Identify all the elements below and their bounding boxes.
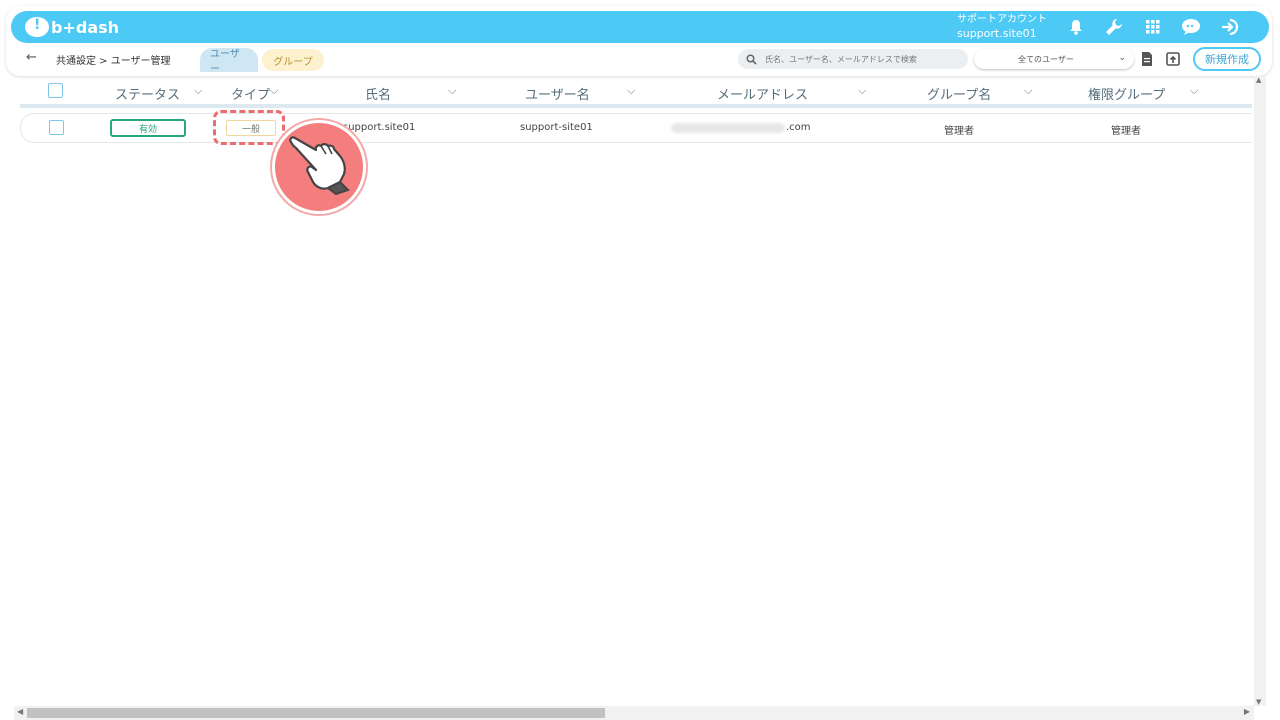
table-header-divider — [20, 104, 1252, 108]
search-input[interactable] — [765, 54, 955, 64]
column-header-email[interactable]: メールアドレス — [717, 84, 808, 103]
export-icon[interactable] — [1164, 49, 1182, 69]
back-arrow-icon[interactable]: ← — [26, 50, 37, 65]
user-filter-select[interactable]: 全てのユーザー ⌄ — [974, 49, 1134, 69]
chevron-down-icon[interactable]: ⌵ — [270, 84, 278, 98]
chat-icon[interactable] — [1180, 16, 1202, 38]
select-all-checkbox[interactable] — [48, 83, 63, 98]
create-new-button[interactable]: 新規作成 — [1193, 47, 1261, 71]
horizontal-scrollbar[interactable]: ◀ ▶ — [14, 706, 1254, 720]
search-icon — [746, 53, 757, 65]
bell-icon[interactable] — [1065, 16, 1087, 38]
tab-users[interactable]: ユーザー — [200, 48, 258, 75]
chevron-down-icon[interactable]: ⌵ — [627, 84, 635, 98]
scroll-left-icon[interactable]: ◀ — [17, 707, 23, 716]
horizontal-scroll-thumb[interactable] — [27, 708, 605, 718]
row-checkbox[interactable] — [49, 120, 64, 135]
sub-bar: ← 共通設定 > ユーザー管理 ユーザー グループ 全てのユーザー ⌄ 新規作成 — [6, 44, 1272, 75]
chevron-down-icon[interactable]: ⌵ — [194, 84, 202, 98]
account-info[interactable]: サポートアカウント support.site01 — [957, 13, 1047, 41]
logout-icon[interactable] — [1219, 16, 1241, 38]
document-icon[interactable] — [1138, 49, 1156, 69]
status-badge: 有効 — [110, 119, 186, 137]
logo-bubble-icon — [25, 17, 49, 37]
top-bar: b+dash サポートアカウント support.site01 — [11, 11, 1269, 43]
logo-text: b+dash — [51, 17, 120, 37]
chevron-down-icon[interactable]: ⌵ — [1024, 84, 1032, 98]
tab-groups[interactable]: グループ — [262, 49, 324, 71]
blurred-email — [671, 123, 785, 133]
app-logo[interactable]: b+dash — [25, 16, 119, 38]
column-header-name[interactable]: 氏名 — [365, 84, 391, 103]
scroll-right-icon[interactable]: ▶ — [1244, 707, 1250, 716]
cell-group: 管理者 — [944, 126, 974, 137]
chevron-down-icon[interactable]: ⌵ — [448, 84, 456, 98]
account-label: サポートアカウント — [957, 14, 1047, 25]
column-header-type[interactable]: タイプ — [231, 84, 270, 103]
cell-permission-group: 管理者 — [1111, 126, 1141, 137]
cell-username: support-site01 — [520, 122, 593, 133]
user-filter-value: 全てのユーザー — [1018, 54, 1074, 64]
vertical-scrollbar[interactable]: ▲ ▼ — [1254, 76, 1266, 706]
scroll-down-icon[interactable]: ▼ — [1256, 698, 1261, 706]
wrench-icon[interactable] — [1103, 16, 1125, 38]
table-row[interactable]: 有効 一般 support.site01 support-site01 .com… — [20, 113, 1252, 143]
breadcrumb: 共通設定 > ユーザー管理 — [56, 56, 171, 67]
column-header-permission-group[interactable]: 権限グループ — [1088, 84, 1165, 103]
chevron-down-icon[interactable]: ⌵ — [1190, 84, 1198, 98]
scroll-up-icon[interactable]: ▲ — [1256, 76, 1261, 84]
column-header-status[interactable]: ステータス — [115, 84, 180, 103]
account-name: support.site01 — [957, 27, 1037, 40]
column-header-username[interactable]: ユーザー名 — [525, 84, 590, 103]
grid-icon[interactable] — [1142, 16, 1164, 38]
chevron-down-icon[interactable]: ⌵ — [858, 84, 866, 98]
column-header-group[interactable]: グループ名 — [927, 84, 991, 103]
chevron-down-icon: ⌄ — [1118, 53, 1126, 63]
search-box — [738, 49, 968, 69]
cell-email: .com — [786, 122, 811, 133]
pointing-hand-icon — [289, 136, 350, 196]
highlight-frame — [213, 110, 285, 145]
